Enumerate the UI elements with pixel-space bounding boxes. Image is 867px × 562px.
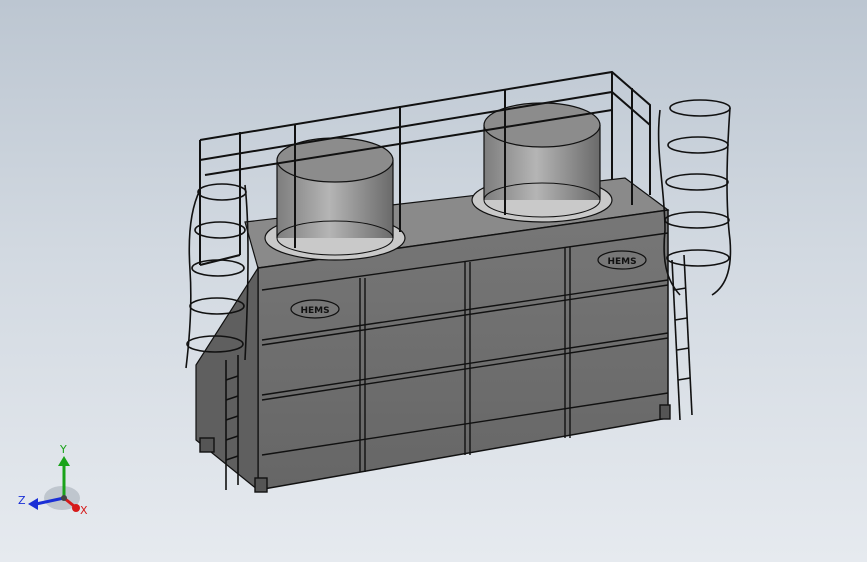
coordinate-triad: Y Z X <box>18 443 88 517</box>
x-axis-label: X <box>80 504 88 517</box>
svg-text:HEMS: HEMS <box>300 306 329 316</box>
y-axis-label: Y <box>59 443 67 456</box>
z-axis-arrow <box>28 498 38 510</box>
svg-text:HEMS: HEMS <box>607 257 636 267</box>
nameplate-right: HEMS <box>597 250 647 270</box>
x-axis-endpoint <box>72 504 80 512</box>
z-axis-label: Z <box>18 494 26 507</box>
nameplate-left: HEMS <box>290 299 340 319</box>
fan-stack-left <box>264 137 406 261</box>
3d-model-view[interactable]: HEMS HEMS <box>0 0 867 562</box>
graphics-viewport[interactable]: HEMS HEMS Y Z X <box>0 0 867 562</box>
triad-origin <box>61 495 67 501</box>
y-axis-arrow <box>58 456 70 466</box>
ladder-cage-right <box>657 99 732 421</box>
